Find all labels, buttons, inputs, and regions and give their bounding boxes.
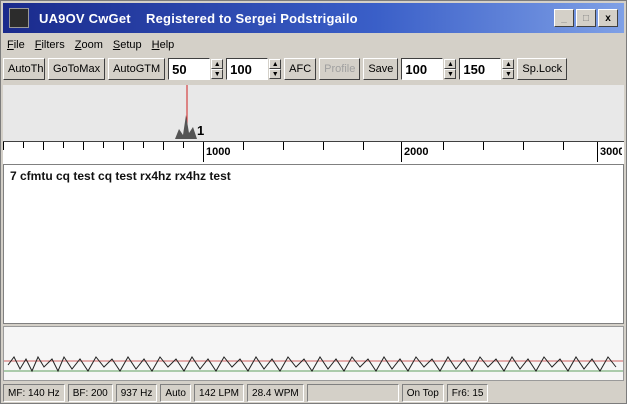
splock-button[interactable]: Sp.Lock bbox=[517, 58, 568, 80]
registration-text: Registered to Sergei Podstrigailo bbox=[146, 10, 358, 26]
toolbar: AutoThr GoToMax AutoGTM 50 ▲ ▼ 100 ▲ ▼ AFC… bbox=[3, 55, 624, 83]
ruler-tick bbox=[143, 142, 144, 148]
spin-control-3[interactable]: 100 ▲ ▼ bbox=[401, 58, 457, 80]
spin-control-2[interactable]: 100 ▲ ▼ bbox=[226, 58, 282, 80]
ruler-tick bbox=[323, 142, 324, 150]
signal-strip bbox=[3, 326, 624, 381]
save-button[interactable]: Save bbox=[363, 58, 399, 80]
status-bar: MF: 140 Hz BF: 200 937 Hz Auto 142 LPM 2… bbox=[3, 383, 624, 403]
menu-bar: File Filters Zoom Setup Help bbox=[3, 35, 624, 55]
frequency-ruler[interactable]: 1000 2000 3000 bbox=[3, 141, 624, 164]
status-mode: Auto bbox=[160, 384, 191, 402]
spin-control-4[interactable]: 150 ▲ ▼ bbox=[459, 58, 515, 80]
spin-down-icon[interactable]: ▼ bbox=[502, 69, 515, 79]
ruler-tick bbox=[401, 142, 402, 162]
profile-button[interactable]: Profile bbox=[319, 58, 361, 80]
signal-peak bbox=[175, 115, 197, 139]
afc-button[interactable]: AFC bbox=[284, 58, 317, 80]
ruler-tick bbox=[363, 142, 364, 150]
menu-help[interactable]: Help bbox=[148, 39, 179, 51]
ruler-tick bbox=[523, 142, 524, 150]
autogtm-button[interactable]: AutoGTM bbox=[108, 58, 166, 80]
spin-down-icon[interactable]: ▼ bbox=[211, 69, 224, 79]
ruler-tick bbox=[63, 142, 64, 148]
spin-up-icon[interactable]: ▲ bbox=[502, 59, 515, 69]
ruler-label-2000: 2000 bbox=[404, 146, 429, 158]
spin-field-2[interactable]: 100 bbox=[226, 58, 269, 80]
menu-file[interactable]: File bbox=[3, 39, 29, 51]
ruler-tick bbox=[483, 142, 484, 150]
window-title: UA9OV CwGet Registered to Sergei Podstri… bbox=[39, 11, 358, 26]
autothr-button[interactable]: AutoThr bbox=[3, 58, 45, 80]
ruler-tick bbox=[43, 142, 44, 150]
window-controls: _ □ x bbox=[554, 9, 618, 27]
status-ontop[interactable]: On Top bbox=[401, 384, 444, 402]
status-wpm: 28.4 WPM bbox=[247, 384, 304, 402]
marker-label: 1 bbox=[197, 123, 204, 138]
spectrum-graph: 1 bbox=[175, 85, 204, 139]
spin-down-icon[interactable]: ▼ bbox=[269, 69, 282, 79]
gotomax-button[interactable]: GoToMax bbox=[48, 58, 106, 80]
status-mf: MF: 140 Hz bbox=[3, 384, 65, 402]
ruler-label-1000: 1000 bbox=[206, 146, 231, 158]
status-bf: BF: 200 bbox=[67, 384, 113, 402]
spin-field-3[interactable]: 100 bbox=[401, 58, 444, 80]
ruler-tick bbox=[283, 142, 284, 150]
title-bar[interactable]: UA9OV CwGet Registered to Sergei Podstri… bbox=[3, 3, 624, 33]
spin-up-icon[interactable]: ▲ bbox=[269, 59, 282, 69]
spectrum-display[interactable]: 1 bbox=[3, 85, 624, 143]
spin-up-icon[interactable]: ▲ bbox=[444, 59, 457, 69]
ruler-tick bbox=[203, 142, 204, 162]
decoded-text-pane[interactable]: 7 cfmtu cq test cq test rx4hz rx4hz test bbox=[3, 164, 624, 324]
ruler-tick bbox=[103, 142, 104, 148]
maximize-button[interactable]: □ bbox=[576, 9, 596, 27]
spin-up-icon[interactable]: ▲ bbox=[211, 59, 224, 69]
status-fr6: Fr6: 15 bbox=[446, 384, 489, 402]
menu-filters[interactable]: Filters bbox=[31, 39, 69, 51]
app-icon bbox=[9, 8, 29, 28]
decoded-text: 7 cfmtu cq test cq test rx4hz rx4hz test bbox=[10, 169, 231, 183]
app-name: UA9OV CwGet bbox=[39, 10, 131, 26]
status-lpm: 142 LPM bbox=[193, 384, 245, 402]
ruler-label-3000: 3000 bbox=[600, 146, 622, 158]
status-empty bbox=[306, 384, 399, 402]
decoded-signal-trace bbox=[7, 355, 617, 373]
ruler-tick bbox=[597, 142, 598, 162]
ruler-tick bbox=[243, 142, 244, 150]
ruler-tick bbox=[443, 142, 444, 150]
ruler-tick bbox=[563, 142, 564, 150]
menu-zoom[interactable]: Zoom bbox=[71, 39, 107, 51]
signal-waveform bbox=[4, 355, 623, 373]
status-freq: 937 Hz bbox=[115, 384, 158, 402]
ruler-tick bbox=[183, 142, 184, 148]
ruler-tick bbox=[123, 142, 124, 150]
minimize-button[interactable]: _ bbox=[554, 9, 574, 27]
ruler-tick bbox=[3, 142, 4, 150]
ruler-tick bbox=[83, 142, 84, 150]
menu-setup[interactable]: Setup bbox=[109, 39, 146, 51]
spin-field-1[interactable]: 50 bbox=[168, 58, 211, 80]
spin-field-4[interactable]: 150 bbox=[459, 58, 502, 80]
app-window: UA9OV CwGet Registered to Sergei Podstri… bbox=[0, 0, 627, 404]
close-button[interactable]: x bbox=[598, 9, 618, 27]
spin-control-1[interactable]: 50 ▲ ▼ bbox=[168, 58, 224, 80]
spin-down-icon[interactable]: ▼ bbox=[444, 69, 457, 79]
ruler-tick bbox=[23, 142, 24, 148]
ruler-tick bbox=[163, 142, 164, 150]
